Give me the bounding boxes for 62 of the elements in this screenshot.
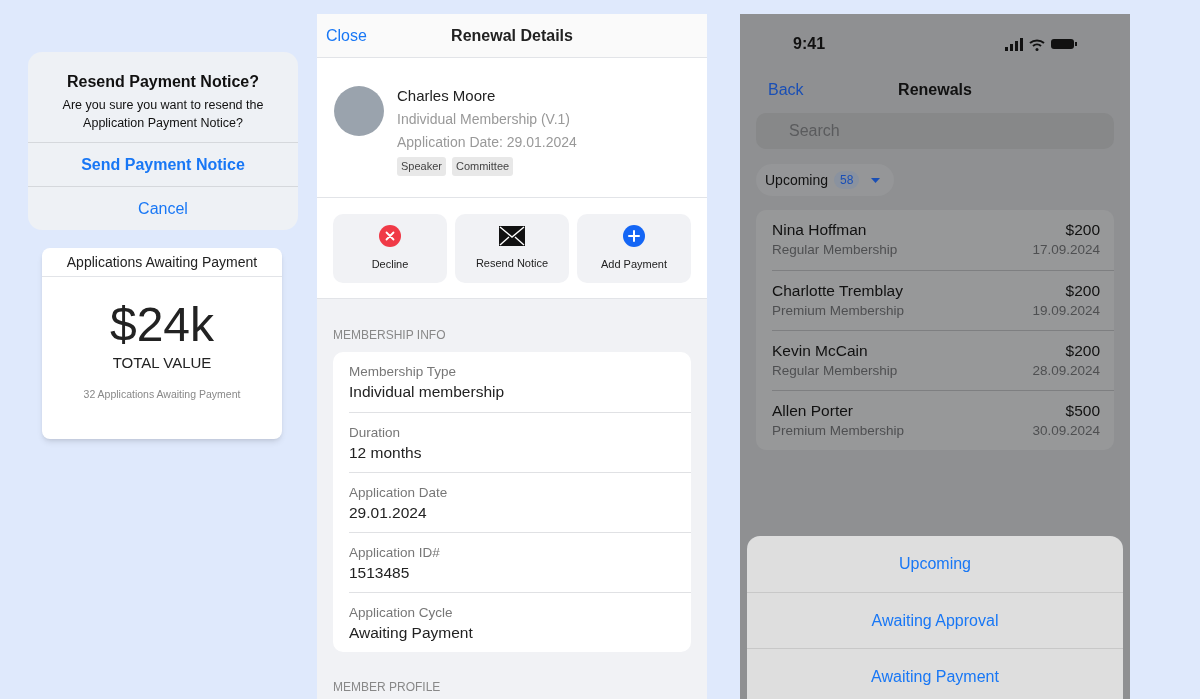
member-name: Charles Moore bbox=[397, 86, 497, 106]
alert-button[interactable]: Send Payment Notice bbox=[28, 142, 298, 186]
field-value: Individual membership bbox=[349, 382, 506, 402]
status-time: 9:41 bbox=[793, 34, 826, 54]
card-title: Applications Awaiting Payment bbox=[42, 248, 282, 277]
membership-text: Individual Membership (V.1) bbox=[397, 110, 571, 129]
signal-icon bbox=[1005, 37, 1023, 51]
nav-title: Renewals bbox=[898, 80, 972, 100]
application-date: Application Date: 29.01.2024 bbox=[397, 133, 577, 152]
amount: $500 bbox=[1065, 400, 1100, 421]
amount: $200 bbox=[1065, 340, 1100, 361]
sheet-option[interactable]: Awaiting Approval bbox=[747, 592, 1123, 648]
total-value: $24k bbox=[109, 299, 215, 351]
section-header: MEMBERSHIP INFO bbox=[332, 327, 447, 343]
member-name: Allen Porter bbox=[772, 400, 854, 421]
tag: Speaker bbox=[397, 157, 446, 176]
renewal-date: 28.09.2024 bbox=[1032, 361, 1100, 380]
count-badge: 58 bbox=[834, 171, 860, 189]
membership-type: Premium Membership bbox=[772, 421, 905, 440]
alert-message: Are you sure you want to resend the Application Payment Notice? bbox=[61, 97, 265, 132]
field-label: Application ID# bbox=[349, 543, 441, 562]
membership-type: Regular Membership bbox=[772, 361, 898, 380]
alert-title: Resend Payment Notice? bbox=[66, 72, 260, 92]
sheet-option[interactable]: Upcoming bbox=[747, 536, 1123, 592]
field-label: Membership Type bbox=[349, 363, 458, 381]
filter-dropdown[interactable]: Upcoming 58 bbox=[756, 164, 895, 196]
amount: $200 bbox=[1065, 220, 1100, 240]
renewal-date: 17.09.2024 bbox=[1032, 241, 1100, 259]
membership-type: Regular Membership bbox=[772, 241, 898, 259]
membership-type: Premium Membership bbox=[772, 301, 905, 320]
amount: $200 bbox=[1065, 280, 1100, 301]
tag: Committee bbox=[452, 157, 514, 176]
field-label: Application Date bbox=[349, 483, 449, 502]
member-name: Kevin McCain bbox=[772, 340, 869, 361]
total-value-label: TOTAL VALUE bbox=[112, 353, 212, 373]
close-circle-icon bbox=[379, 224, 401, 247]
alert-button[interactable]: Cancel bbox=[28, 186, 298, 230]
action-button[interactable]: Decline bbox=[333, 214, 447, 283]
field-value: 1513485 bbox=[349, 562, 411, 583]
back-button[interactable]: Back bbox=[768, 78, 804, 102]
renewal-date: 19.09.2024 bbox=[1032, 301, 1100, 320]
field-value: 29.01.2024 bbox=[349, 502, 428, 523]
member-name: Nina Hoffman bbox=[772, 220, 868, 240]
action-button[interactable]: Resend Notice bbox=[455, 214, 569, 283]
nav-title: Renewal Details bbox=[451, 25, 573, 46]
caret-icon bbox=[871, 177, 881, 183]
wifi-icon bbox=[1029, 37, 1045, 51]
field-label: Duration bbox=[349, 423, 402, 442]
plus-circle-icon bbox=[623, 224, 645, 247]
field-label: Application Cycle bbox=[349, 603, 454, 622]
field-value: Awaiting Payment bbox=[349, 622, 474, 643]
member-name: Charlotte Tremblay bbox=[772, 280, 904, 301]
field-value: 12 months bbox=[349, 442, 423, 463]
section-header: MEMBER PROFILE bbox=[332, 679, 442, 695]
avatar-silhouette bbox=[334, 86, 384, 136]
close-button[interactable]: Close bbox=[326, 23, 367, 48]
renewal-date: 30.09.2024 bbox=[1032, 421, 1100, 440]
card-caption: 32 Applications Awaiting Payment bbox=[83, 387, 241, 402]
sheet-option[interactable]: Awaiting Payment bbox=[747, 648, 1123, 699]
battery-icon bbox=[1051, 39, 1077, 49]
action-button[interactable]: Add Payment bbox=[577, 214, 691, 283]
envelope-icon bbox=[499, 225, 525, 246]
